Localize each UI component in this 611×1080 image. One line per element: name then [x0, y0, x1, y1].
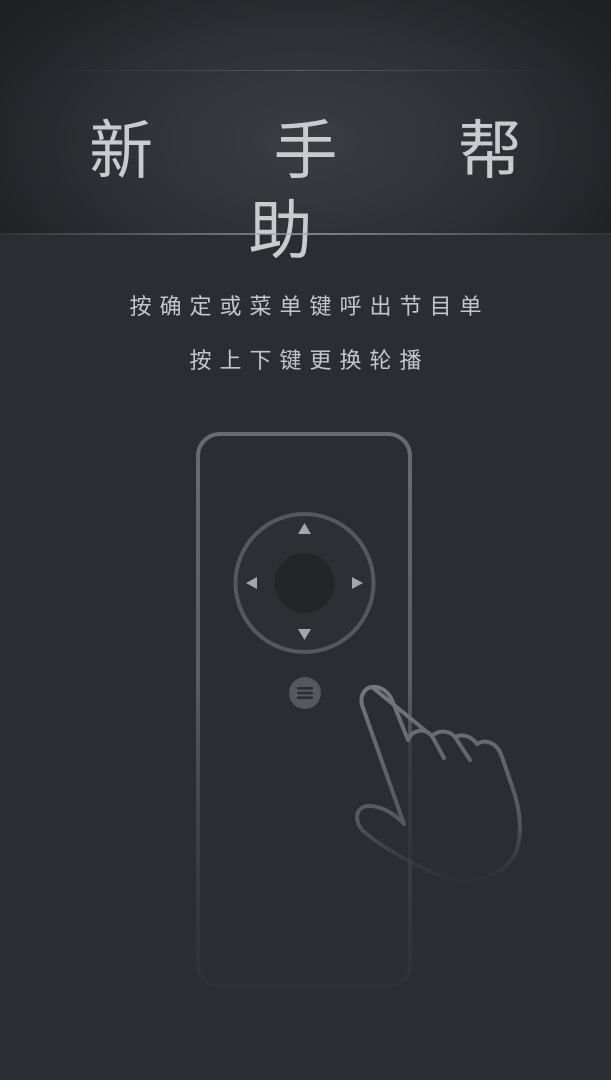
remote-illustration	[196, 432, 522, 988]
ok-button[interactable]	[274, 553, 335, 613]
menu-button[interactable]	[289, 677, 321, 709]
menu-icon	[297, 687, 313, 699]
help-page: 新 手 帮 助 按确定或菜单键呼出节目单 按上下键更换轮播	[0, 0, 611, 1080]
pointing-hand-icon	[355, 684, 522, 883]
